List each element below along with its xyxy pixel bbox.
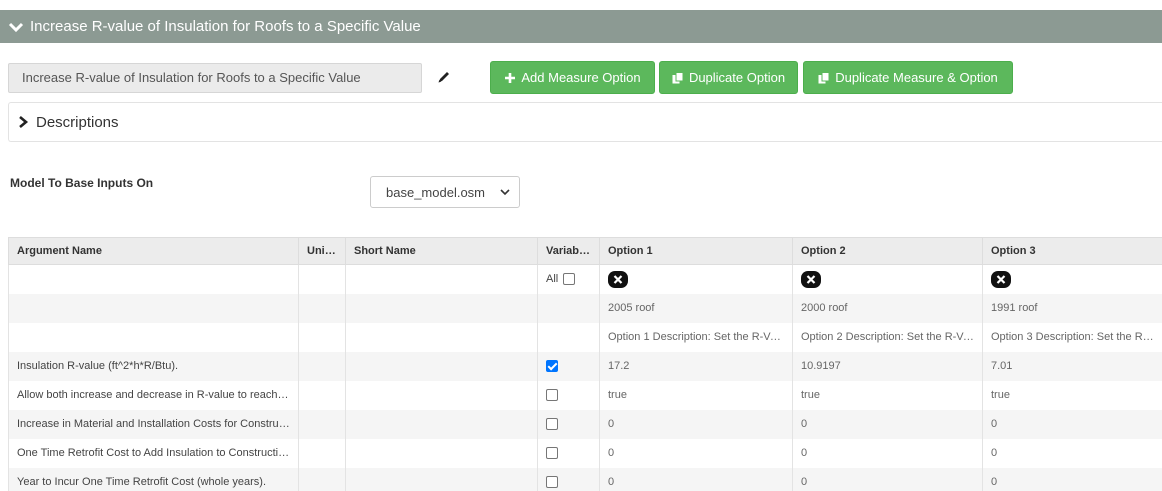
option-1-value[interactable]: 0 [599,438,793,468]
duplicate-option-button[interactable]: Duplicate Option [659,61,798,94]
option-3-value[interactable]: 0 [982,467,1162,491]
chevron-down-icon [500,189,510,196]
option-2-value[interactable]: true [792,380,983,410]
header-units[interactable]: Units... [298,237,346,265]
variable-all-checkbox[interactable] [563,273,576,286]
option-3-value[interactable]: 7.01 [982,351,1162,381]
header-option-3[interactable]: Option 3 [982,237,1162,265]
header-short-name[interactable]: Short Name [345,237,538,265]
plus-icon [505,72,516,83]
header-option-2[interactable]: Option 2 [792,237,983,265]
measure-title: Increase R-value of Insulation for Roofs… [30,18,421,35]
argument-name: Insulation R-value (ft^2*h*R/Btu). [8,351,299,381]
add-measure-option-label: Add Measure Option [521,70,641,85]
variable-checkbox[interactable] [546,360,558,373]
option-3-value[interactable]: 0 [982,409,1162,439]
duplicate-option-label: Duplicate Option [688,70,786,85]
model-select[interactable]: base_model.osm [370,176,520,208]
table-row: Insulation R-value (ft^2*h*R/Btu). 17.2 … [8,351,1162,381]
option-3-value[interactable]: 0 [982,438,1162,468]
option-1-value[interactable]: 17.2 [599,351,793,381]
option-description-row: Option 1 Description: Set the R-Value of… [8,322,1162,352]
delete-option-1-icon[interactable] [608,270,628,288]
variable-checkbox[interactable] [546,476,558,489]
arguments-table: Argument Name Units... Short Name Variab… [8,237,1162,491]
duplicate-measure-option-button[interactable]: Duplicate Measure & Option [803,61,1013,94]
option-2-value[interactable]: 10.9197 [792,351,983,381]
option-2-value[interactable]: 0 [792,438,983,468]
option-1-value[interactable]: true [599,380,793,410]
pencil-icon[interactable] [436,69,452,85]
delete-option-3-icon[interactable] [991,270,1011,288]
option-2-description[interactable]: Option 2 Description: Set the R-Value of… [792,322,983,352]
option-name-row: 2005 roof 2000 roof 1991 roof [8,293,1162,323]
table-row: Year to Incur One Time Retrofit Cost (wh… [8,467,1162,491]
table-header-row: Argument Name Units... Short Name Variab… [8,237,1162,265]
argument-name: Year to Incur One Time Retrofit Cost (wh… [8,467,299,491]
duplicate-measure-option-label: Duplicate Measure & Option [835,70,998,85]
option-1-name[interactable]: 2005 roof [599,293,793,323]
option-2-value[interactable]: 0 [792,409,983,439]
variable-all-cell: All [537,264,600,294]
measure-header[interactable]: Increase R-value of Insulation for Roofs… [0,10,1162,43]
all-label: All [546,273,559,286]
argument-name: One Time Retrofit Cost to Add Insulation… [8,438,299,468]
option-delete-row: All [8,264,1162,294]
argument-name: Allow both increase and decrease in R-va… [8,380,299,410]
copy-icon [672,71,684,83]
measure-name-field[interactable]: Increase R-value of Insulation for Roofs… [8,63,422,93]
option-3-description[interactable]: Option 3 Description: Set the R-Value of… [982,322,1162,352]
variable-checkbox[interactable] [546,418,558,431]
argument-name: Increase in Material and Installation Co… [8,409,299,439]
descriptions-label: Descriptions [36,113,119,131]
model-selected-value: base_model.osm [386,184,485,200]
table-row: Increase in Material and Installation Co… [8,409,1162,439]
chevron-down-icon [8,22,24,32]
copy-icon [818,71,830,83]
option-1-value[interactable]: 0 [599,467,793,491]
model-label: Model To Base Inputs On [10,176,154,190]
table-row: One Time Retrofit Cost to Add Insulation… [8,438,1162,468]
delete-option-2-icon[interactable] [801,270,821,288]
option-3-value[interactable]: true [982,380,1162,410]
option-1-value[interactable]: 0 [599,409,793,439]
option-2-value[interactable]: 0 [792,467,983,491]
option-3-name[interactable]: 1991 roof [982,293,1162,323]
option-2-name[interactable]: 2000 roof [792,293,983,323]
variable-checkbox[interactable] [546,389,558,402]
add-measure-option-button[interactable]: Add Measure Option [490,61,655,94]
descriptions-toggle[interactable]: Descriptions [8,102,1162,142]
header-variable[interactable]: Variable... [537,237,600,265]
table-row: Allow both increase and decrease in R-va… [8,380,1162,410]
chevron-right-icon [19,116,29,128]
variable-checkbox[interactable] [546,447,558,460]
header-option-1[interactable]: Option 1 [599,237,793,265]
option-1-description[interactable]: Option 1 Description: Set the R-Value of… [599,322,793,352]
header-argument-name[interactable]: Argument Name [8,237,299,265]
